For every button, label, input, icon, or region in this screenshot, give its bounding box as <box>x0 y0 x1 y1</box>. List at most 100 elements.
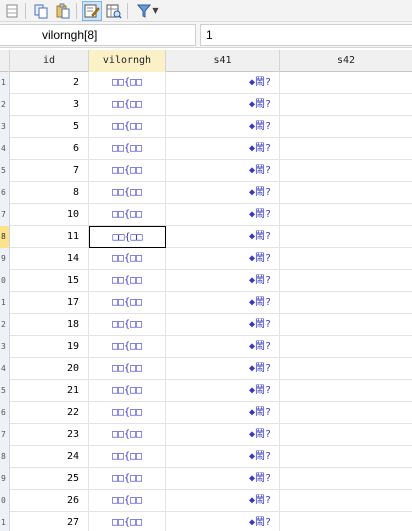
row-number[interactable]: 4 <box>0 358 10 380</box>
row-number[interactable]: 1 <box>0 292 10 314</box>
cell-vilorngh[interactable]: □□{□□ <box>89 72 166 94</box>
row-number[interactable]: 6 <box>0 402 10 424</box>
cell-vilorngh[interactable]: □□{□□ <box>89 380 166 402</box>
table-row[interactable]: 9 14 □□{□□ ◆鬧? <box>0 248 412 270</box>
cell-s41[interactable]: ◆鬧? <box>166 72 280 94</box>
row-number[interactable]: 2 <box>0 314 10 336</box>
table-row[interactable]: 0 26 □□{□□ ◆鬧? <box>0 490 412 512</box>
table-row[interactable]: 5 7 □□{□□ ◆鬧? <box>0 160 412 182</box>
cell-id[interactable]: 25 <box>10 468 89 490</box>
cell-s42[interactable] <box>280 116 412 138</box>
cell-s42[interactable] <box>280 380 412 402</box>
cell-id[interactable]: 5 <box>10 116 89 138</box>
cell-vilorngh[interactable]: □□{□□ <box>89 358 166 380</box>
row-number[interactable]: 9 <box>0 468 10 490</box>
table-row[interactable]: 1 27 □□{□□ ◆鬧? <box>0 512 412 531</box>
cell-vilorngh[interactable]: □□{□□ <box>89 138 166 160</box>
cell-id[interactable]: 10 <box>10 204 89 226</box>
cell-id[interactable]: 19 <box>10 336 89 358</box>
cell-s42[interactable] <box>280 358 412 380</box>
cell-vilorngh[interactable]: □□{□□ <box>89 446 166 468</box>
table-row[interactable]: 1 17 □□{□□ ◆鬧? <box>0 292 412 314</box>
cell-id[interactable]: 6 <box>10 138 89 160</box>
filter-button[interactable]: ▼ <box>133 1 163 21</box>
cell-s41[interactable]: ◆鬧? <box>166 402 280 424</box>
table-row[interactable]: 6 22 □□{□□ ◆鬧? <box>0 402 412 424</box>
cell-vilorngh[interactable]: □□{□□ <box>89 204 166 226</box>
row-number[interactable]: 0 <box>0 490 10 512</box>
cell-vilorngh[interactable]: □□{□□ <box>89 226 166 248</box>
cell-vilorngh[interactable]: □□{□□ <box>89 336 166 358</box>
cell-s41[interactable]: ◆鬧? <box>166 204 280 226</box>
table-row[interactable]: 7 23 □□{□□ ◆鬧? <box>0 424 412 446</box>
cell-vilorngh[interactable]: □□{□□ <box>89 402 166 424</box>
cell-id[interactable]: 11 <box>10 226 89 248</box>
cell-id[interactable]: 22 <box>10 402 89 424</box>
row-number[interactable]: 1 <box>0 72 10 94</box>
cell-value-input[interactable]: 1 <box>200 24 412 46</box>
table-row[interactable]: 4 6 □□{□□ ◆鬧? <box>0 138 412 160</box>
table-row[interactable]: 1 2 □□{□□ ◆鬧? <box>0 72 412 94</box>
cell-s41[interactable]: ◆鬧? <box>166 358 280 380</box>
cell-s41[interactable]: ◆鬧? <box>166 512 280 531</box>
row-number[interactable]: 9 <box>0 248 10 270</box>
row-number[interactable]: 2 <box>0 94 10 116</box>
row-number[interactable]: 7 <box>0 204 10 226</box>
cell-s41[interactable]: ◆鬧? <box>166 490 280 512</box>
edit-mode-button[interactable] <box>82 0 102 21</box>
row-header-corner[interactable] <box>0 50 10 72</box>
variable-name-box[interactable]: vilorngh[8] <box>0 24 196 46</box>
cell-s42[interactable] <box>280 226 412 248</box>
cell-s41[interactable]: ◆鬧? <box>166 248 280 270</box>
row-number[interactable]: 7 <box>0 424 10 446</box>
cell-vilorngh[interactable]: □□{□□ <box>89 182 166 204</box>
cell-id[interactable]: 2 <box>10 72 89 94</box>
cell-vilorngh[interactable]: □□{□□ <box>89 116 166 138</box>
table-row[interactable]: 5 21 □□{□□ ◆鬧? <box>0 380 412 402</box>
cell-s42[interactable] <box>280 512 412 531</box>
row-number[interactable]: 0 <box>0 270 10 292</box>
column-header-id[interactable]: id <box>10 50 89 72</box>
row-number[interactable]: 1 <box>0 512 10 531</box>
row-number[interactable]: 4 <box>0 138 10 160</box>
grid-toggle-button[interactable] <box>2 1 22 21</box>
table-row[interactable]: 6 8 □□{□□ ◆鬧? <box>0 182 412 204</box>
cell-s42[interactable] <box>280 204 412 226</box>
cell-id[interactable]: 23 <box>10 424 89 446</box>
cell-vilorngh[interactable]: □□{□□ <box>89 314 166 336</box>
cell-s42[interactable] <box>280 468 412 490</box>
row-number[interactable]: 8 <box>0 446 10 468</box>
cell-id[interactable]: 3 <box>10 94 89 116</box>
cell-s42[interactable] <box>280 248 412 270</box>
cell-s42[interactable] <box>280 72 412 94</box>
cell-s41[interactable]: ◆鬧? <box>166 314 280 336</box>
table-row[interactable]: 3 5 □□{□□ ◆鬧? <box>0 116 412 138</box>
cell-id[interactable]: 21 <box>10 380 89 402</box>
cell-id[interactable]: 20 <box>10 358 89 380</box>
cell-vilorngh[interactable]: □□{□□ <box>89 424 166 446</box>
table-row[interactable]: 4 20 □□{□□ ◆鬧? <box>0 358 412 380</box>
cell-id[interactable]: 27 <box>10 512 89 531</box>
cell-s42[interactable] <box>280 182 412 204</box>
table-row[interactable]: 0 15 □□{□□ ◆鬧? <box>0 270 412 292</box>
cell-s41[interactable]: ◆鬧? <box>166 468 280 490</box>
cell-id[interactable]: 7 <box>10 160 89 182</box>
table-row[interactable]: 2 3 □□{□□ ◆鬧? <box>0 94 412 116</box>
cell-vilorngh[interactable]: □□{□□ <box>89 512 166 531</box>
table-row[interactable]: 9 25 □□{□□ ◆鬧? <box>0 468 412 490</box>
browse-mode-button[interactable] <box>104 1 124 21</box>
cell-s41[interactable]: ◆鬧? <box>166 270 280 292</box>
cell-s41[interactable]: ◆鬧? <box>166 446 280 468</box>
table-row[interactable]: 3 19 □□{□□ ◆鬧? <box>0 336 412 358</box>
cell-s41[interactable]: ◆鬧? <box>166 138 280 160</box>
row-number[interactable]: 5 <box>0 380 10 402</box>
row-number[interactable]: 8 <box>0 226 10 248</box>
table-row[interactable]: 8 24 □□{□□ ◆鬧? <box>0 446 412 468</box>
cell-vilorngh[interactable]: □□{□□ <box>89 292 166 314</box>
cell-s42[interactable] <box>280 424 412 446</box>
cell-s41[interactable]: ◆鬧? <box>166 226 280 248</box>
cell-id[interactable]: 26 <box>10 490 89 512</box>
cell-s42[interactable] <box>280 402 412 424</box>
cell-vilorngh[interactable]: □□{□□ <box>89 468 166 490</box>
cell-vilorngh[interactable]: □□{□□ <box>89 270 166 292</box>
